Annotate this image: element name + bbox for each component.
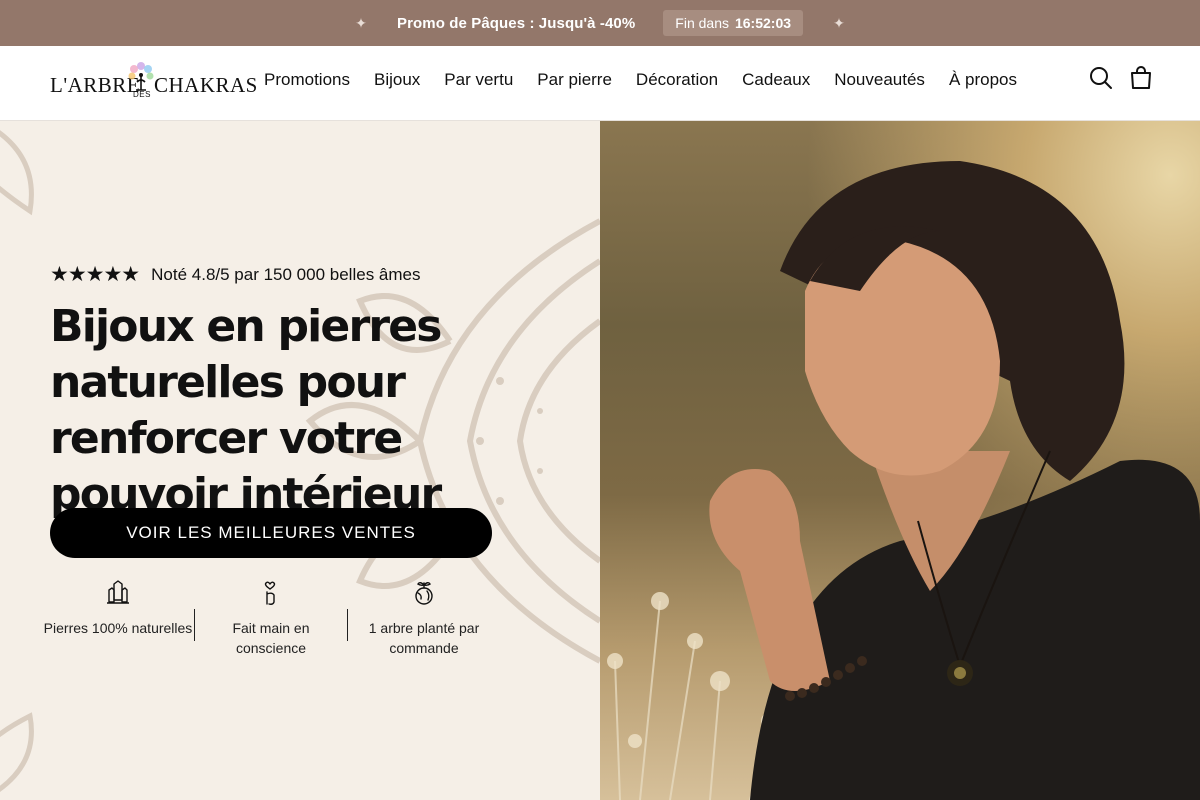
- brand-name-right: CHAKRAS: [154, 73, 258, 97]
- hero-headline: Bijoux en pierres naturelles pour renfor…: [50, 301, 442, 520]
- brand-name-small: DES: [133, 90, 151, 99]
- hand-heart-icon: [264, 581, 276, 605]
- feature-label: 1 arbre planté par commande: [368, 620, 480, 656]
- best-sellers-button[interactable]: VOIR LES MEILLEURES VENTES: [50, 508, 492, 558]
- feature-divider: [347, 609, 348, 641]
- search-icon[interactable]: [1088, 65, 1114, 91]
- woman-portrait-illustration: [607, 161, 1200, 800]
- tree-globe-icon: [415, 582, 433, 605]
- nav-item-cadeaux[interactable]: Cadeaux: [742, 70, 810, 90]
- feature-list: Pierres 100% naturelles Fait main en con…: [42, 576, 502, 666]
- hero-photo: [600, 121, 1200, 800]
- feature-tree-planted: 1 arbre planté par commande: [349, 576, 499, 658]
- nav-item-par-vertu[interactable]: Par vertu: [444, 70, 513, 90]
- site-header: L'ARBRE DES CHAKRAS Promotions Bijoux Pa…: [0, 46, 1200, 121]
- feature-label: Fait main en conscience: [232, 620, 310, 656]
- countdown-label: Fin dans: [675, 15, 729, 31]
- mandala-corner-icon: [0, 130, 34, 216]
- feature-divider: [194, 609, 195, 641]
- countdown-time: 16:52:03: [734, 15, 792, 31]
- mandala-corner-icon: [0, 712, 34, 792]
- sparkle-icon: ✦: [833, 14, 845, 31]
- countdown-timer: Fin dans 16:52:03: [663, 10, 804, 36]
- feature-handmade: Fait main en conscience: [196, 576, 346, 658]
- feature-label: Pierres 100% naturelles: [43, 620, 193, 636]
- chakra-tree-logo-icon: [128, 62, 154, 91]
- rating-summary: ★★★★★ Noté 4.8/5 par 150 000 belles âmes: [50, 262, 420, 287]
- nav-item-par-pierre[interactable]: Par pierre: [537, 70, 612, 90]
- announcement-bar: ✦ Promo de Pâques : Jusqu'à -40% Fin dan…: [0, 0, 1200, 46]
- nav-item-decoration[interactable]: Décoration: [636, 70, 718, 90]
- nav-item-bijoux[interactable]: Bijoux: [374, 70, 420, 90]
- nav-item-nouveautes[interactable]: Nouveautés: [834, 70, 925, 90]
- nav-item-promotions[interactable]: Promotions: [264, 70, 350, 90]
- nav-item-a-propos[interactable]: À propos: [949, 70, 1017, 90]
- brand-logo[interactable]: L'ARBRE DES CHAKRAS: [50, 60, 257, 108]
- main-nav: Promotions Bijoux Par vertu Par pierre D…: [264, 70, 1041, 90]
- sparkle-icon: ✦: [355, 14, 367, 31]
- star-rating-icon: ★★★★★: [50, 263, 140, 286]
- shopping-bag-icon[interactable]: [1128, 65, 1154, 91]
- crystal-icon: [107, 580, 129, 604]
- promo-text[interactable]: Promo de Pâques : Jusqu'à -40%: [397, 15, 635, 32]
- feature-natural-stones: Pierres 100% naturelles: [43, 576, 193, 638]
- hero-section: ★★★★★ Noté 4.8/5 par 150 000 belles âmes…: [0, 121, 1200, 800]
- hero-text-panel: ★★★★★ Noté 4.8/5 par 150 000 belles âmes…: [0, 121, 600, 800]
- rating-text: Noté 4.8/5 par 150 000 belles âmes: [151, 264, 421, 284]
